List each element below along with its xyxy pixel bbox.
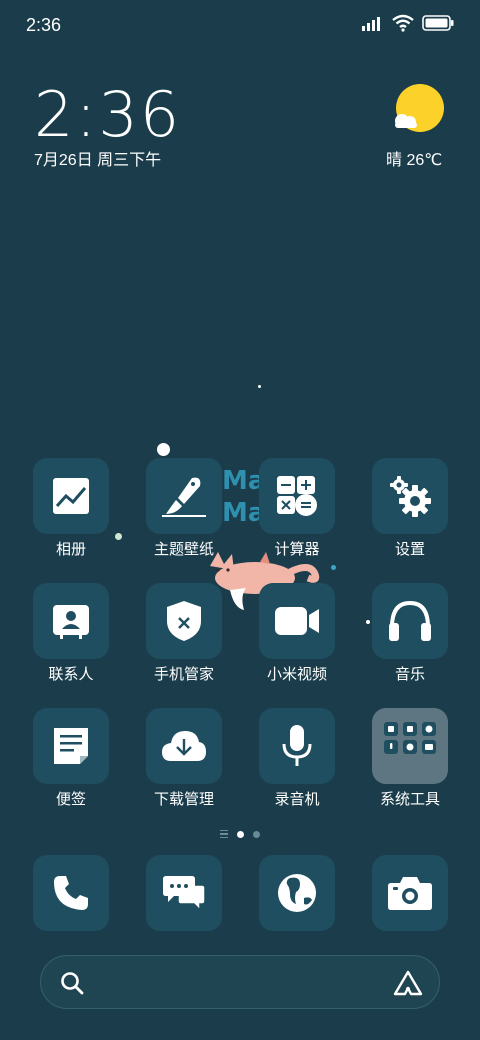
folder-icon [384, 722, 436, 754]
app-tile[interactable] [372, 458, 448, 534]
app-tile[interactable] [33, 583, 109, 659]
app-music[interactable]: 音乐 [354, 583, 466, 693]
app-contacts[interactable]: 联系人 [15, 583, 127, 693]
folder-tile[interactable] [372, 708, 448, 784]
minus-one-screen-indicator [220, 830, 228, 838]
contacts-icon [53, 605, 89, 639]
sunny-icon[interactable] [390, 84, 446, 134]
app-notes[interactable]: 便签 [15, 708, 127, 818]
status-icons [362, 14, 454, 32]
weather-text[interactable]: 晴 26℃ [386, 146, 442, 170]
download-cloud-icon [162, 731, 206, 761]
app-label: 音乐 [394, 666, 425, 683]
app-label: 小米视频 [266, 666, 327, 683]
page-dot [253, 830, 260, 838]
calculator-icon [277, 476, 317, 516]
search-bar[interactable] [40, 955, 440, 1009]
app-tile[interactable] [259, 583, 335, 659]
notes-icon [54, 728, 88, 764]
app-label: 便签 [55, 791, 86, 808]
app-label: 录音机 [274, 791, 320, 808]
assistant-icon[interactable] [393, 969, 423, 997]
app-downloads[interactable]: 下载管理 [128, 708, 240, 818]
app-tile[interactable] [372, 583, 448, 659]
app-calculator[interactable]: 计算器 [241, 458, 353, 568]
app-tile[interactable] [146, 458, 222, 534]
app-label: 相册 [55, 541, 86, 558]
clock-widget-time[interactable]: 2:36 [34, 78, 181, 151]
app-theme-wallpaper[interactable]: 主题壁纸 [128, 458, 240, 568]
wifi-icon [392, 14, 414, 32]
theme-brush-icon [162, 477, 206, 517]
app-tile[interactable] [146, 708, 222, 784]
app-mi-video[interactable]: 小米视频 [241, 583, 353, 693]
battery-icon [422, 15, 454, 31]
app-tile[interactable] [259, 458, 335, 534]
clock-widget-date[interactable]: 7月26日 周三下午 [34, 146, 161, 170]
search-icon[interactable] [59, 970, 85, 996]
wallpaper-dot [258, 385, 261, 388]
app-gallery[interactable]: 相册 [15, 458, 127, 568]
app-tile[interactable] [259, 708, 335, 784]
app-label: 系统工具 [379, 791, 440, 808]
app-label: 联系人 [48, 666, 94, 683]
messages-icon [163, 876, 206, 912]
status-time: 2:36 [26, 15, 62, 35]
dock-browser[interactable] [259, 855, 335, 931]
dock-messages[interactable] [146, 855, 222, 931]
security-shield-icon [167, 601, 201, 641]
app-label: 计算器 [274, 541, 320, 558]
page-dot-active [237, 830, 244, 838]
camera-icon [388, 877, 432, 910]
app-tile[interactable] [33, 708, 109, 784]
app-security[interactable]: 手机管家 [128, 583, 240, 693]
video-camera-icon [275, 607, 319, 635]
phone-icon [54, 876, 88, 910]
page-indicator[interactable] [0, 830, 480, 838]
app-label: 手机管家 [153, 666, 214, 683]
settings-gear-icon [390, 476, 431, 517]
dock-phone[interactable] [33, 855, 109, 931]
app-tile[interactable] [146, 583, 222, 659]
app-label: 下载管理 [153, 791, 214, 808]
headphones-icon [389, 600, 431, 641]
gallery-icon [53, 478, 89, 514]
status-bar: 2:36 [0, 0, 480, 50]
wallpaper-dot [157, 443, 170, 456]
app-label: 设置 [394, 541, 425, 558]
microphone-icon [282, 725, 312, 766]
app-tile[interactable] [33, 458, 109, 534]
dock-camera[interactable] [372, 855, 448, 931]
signal-icon [362, 17, 380, 31]
app-label: 主题壁纸 [153, 541, 214, 558]
browser-icon [278, 874, 316, 912]
app-recorder[interactable]: 录音机 [241, 708, 353, 818]
folder-system-tools[interactable]: 系统工具 [354, 708, 466, 818]
app-settings[interactable]: 设置 [354, 458, 466, 568]
